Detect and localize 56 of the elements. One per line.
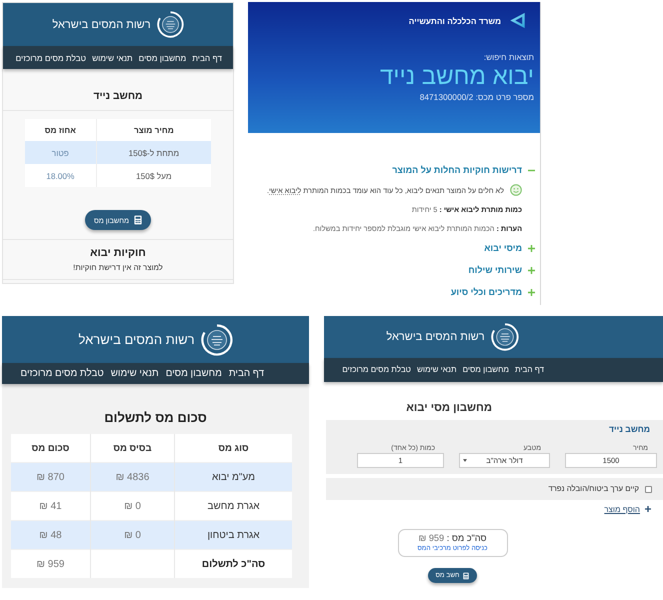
calculator-icon	[463, 572, 470, 580]
result-label: סה"כ מס :	[446, 533, 487, 543]
table-cell: 959 ₪	[11, 550, 90, 578]
accordion-header[interactable]: דרישות חוקיות החלות על המוצר	[392, 159, 535, 181]
nav-link[interactable]: טבלת מסים מרוכזים	[16, 52, 86, 64]
nav-link[interactable]: מחשבון מסים	[166, 368, 222, 380]
site-title: רשות המסים בישראל	[52, 18, 151, 32]
product-name: מחשב נייד	[608, 424, 651, 434]
table-cell: פטור	[25, 141, 96, 164]
add-product-link[interactable]: הוסף מוצר	[604, 504, 640, 514]
caret-icon	[463, 459, 467, 462]
table-cell: 48 ₪	[11, 520, 90, 550]
column-header: סכום מס	[11, 434, 90, 462]
table-cell: סה"כ לתשלום	[174, 550, 292, 578]
calculator-icon	[134, 215, 142, 225]
nav-link[interactable]: דף הבית	[192, 52, 222, 64]
nav-link[interactable]: תנאי שימוש	[92, 52, 133, 64]
site-title: רשות המסים בישראל	[78, 332, 195, 348]
accordion-header[interactable]: שירותי שילוח	[468, 259, 535, 281]
site-title: רשות המסים בישראל	[386, 330, 485, 344]
triangle-logo-icon	[509, 12, 526, 29]
table-cell: מע"מ יבוא	[174, 462, 292, 492]
column-header: אחוז מס	[25, 119, 96, 141]
nav-link[interactable]: מחשבון מסים	[138, 52, 186, 64]
nav-link[interactable]: תנאי שימוש	[110, 368, 159, 380]
nav-link[interactable]: מחשבון מסים	[462, 364, 509, 376]
table-cell: מעל 150$	[96, 164, 211, 187]
plus-icon	[645, 506, 651, 512]
logo-icon	[200, 324, 233, 356]
table-cell: 0 ₪	[90, 520, 174, 550]
column-header: מחיר מוצר	[96, 119, 211, 141]
table-cell: 18.00%	[25, 164, 96, 187]
accordion-header[interactable]: מיסי יבוא	[484, 237, 535, 259]
product-title: מחשב נייד	[92, 90, 144, 104]
table-cell: אגרת ביטחון	[174, 520, 292, 550]
checkbox[interactable]	[645, 486, 652, 492]
nav-link[interactable]: טבלת מסים מרוכזים	[20, 368, 104, 380]
calculator-title: מחשבון מסי יבוא	[405, 401, 493, 415]
smiley-icon	[510, 184, 522, 196]
ministry-name: משרד הכלכלה והתעשייה	[408, 14, 501, 26]
nav-link[interactable]: תנאי שימוש	[416, 364, 457, 376]
summary-title: סכום מס לתשלום	[103, 409, 208, 427]
nav-link[interactable]: דף הבית	[514, 364, 544, 376]
table-cell: 870 ₪	[11, 462, 90, 492]
page-headline: יבוא מחשב נייד	[378, 64, 534, 90]
logo-icon	[490, 323, 519, 351]
nav-link[interactable]: דף הבית	[228, 368, 264, 380]
logo-icon	[156, 11, 184, 38]
tariff-number: מספר פרט מכס: 8471300000/2	[418, 92, 534, 103]
section-title: חוקיות יבוא	[89, 246, 147, 260]
result-value: 959 ₪	[418, 533, 444, 543]
table-cell: מתחת ל-150$	[96, 141, 211, 164]
nav-link[interactable]: טבלת מסים מרוכזים	[342, 364, 411, 376]
table-cell: 4836 ₪	[90, 462, 174, 492]
search-label: תוצאות חיפוש:	[482, 52, 534, 63]
accordion-header[interactable]: מדריכים וכלי סיוע	[450, 281, 535, 303]
